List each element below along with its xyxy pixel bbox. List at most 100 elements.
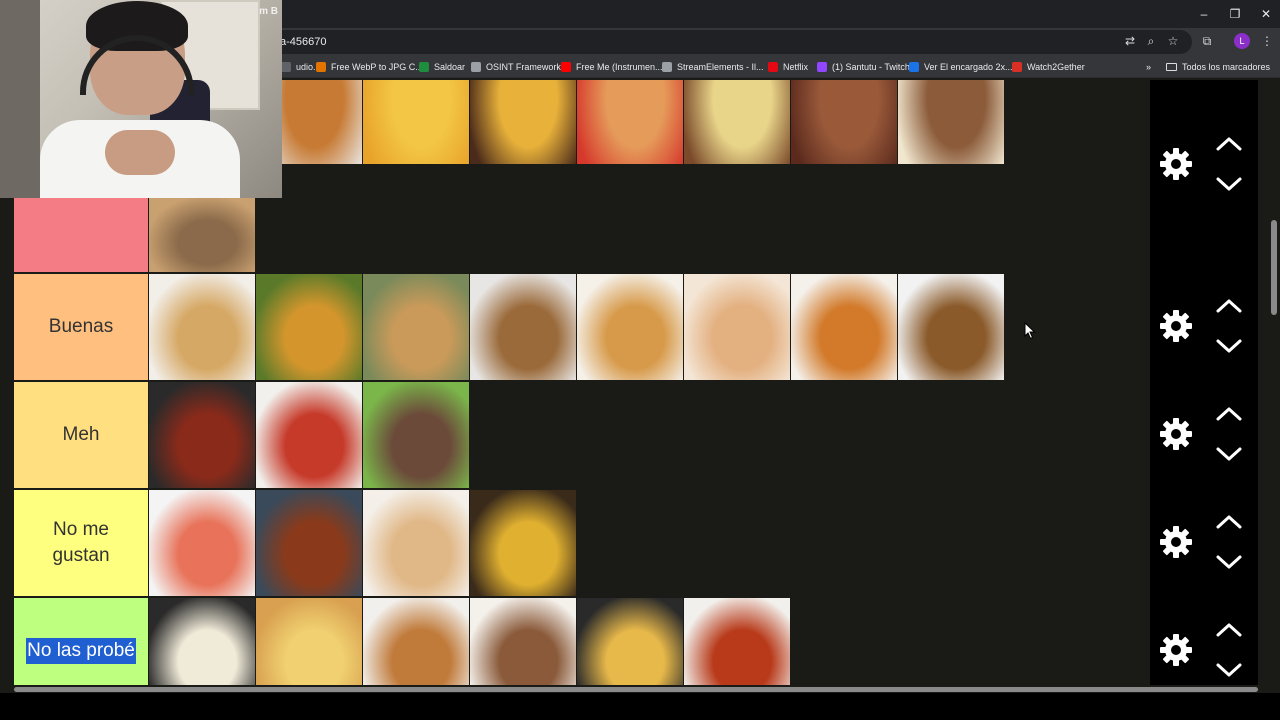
food-image[interactable] <box>470 80 576 164</box>
tier-row: No las probé <box>14 598 1150 685</box>
bookmark-favicon-icon <box>662 62 672 72</box>
minimize-button[interactable]: – <box>1192 4 1216 24</box>
bookmark-favicon-icon <box>419 62 429 72</box>
vertical-scroll-thumb[interactable] <box>1271 220 1277 315</box>
food-image[interactable] <box>363 274 469 380</box>
chevron-up-icon[interactable] <box>1214 620 1244 640</box>
food-image[interactable] <box>149 274 255 380</box>
food-image[interactable] <box>470 274 576 380</box>
webcam-streamer <box>40 1 240 198</box>
food-image[interactable] <box>149 598 255 685</box>
food-image[interactable] <box>256 598 362 685</box>
food-image[interactable] <box>470 490 576 596</box>
gear-icon[interactable] <box>1158 146 1194 182</box>
food-image[interactable] <box>791 80 897 164</box>
chevron-down-icon[interactable] <box>1214 444 1244 464</box>
bookmark-favicon-icon <box>561 62 571 72</box>
bookmark-item[interactable]: Watch2Gether <box>1012 56 1085 78</box>
chevron-up-icon[interactable] <box>1214 134 1244 154</box>
chevron-down-icon[interactable] <box>1214 336 1244 356</box>
tier-label-text: Buenas <box>48 316 114 338</box>
bookmarks-overflow-icon[interactable]: » <box>1146 56 1151 78</box>
chevron-down-icon[interactable] <box>1214 552 1244 572</box>
tier-items-area[interactable] <box>149 274 1150 380</box>
food-image[interactable] <box>577 598 683 685</box>
food-image[interactable] <box>898 274 1004 380</box>
food-image[interactable] <box>898 80 1004 164</box>
food-image[interactable] <box>363 80 469 164</box>
bookmark-item[interactable]: udio... <box>281 56 321 78</box>
mouse-cursor-icon <box>1024 322 1036 340</box>
food-image[interactable] <box>149 198 255 272</box>
bookmark-item[interactable]: Saldoar <box>419 56 465 78</box>
bookmark-favicon-icon <box>316 62 326 72</box>
tier-items-area[interactable] <box>149 382 1150 488</box>
gear-icon[interactable] <box>1158 524 1194 560</box>
tier-row: No me gustan <box>14 490 1150 598</box>
food-image[interactable] <box>363 598 469 685</box>
chevron-down-icon[interactable] <box>1214 660 1244 680</box>
menu-kebab-icon[interactable]: ⋮ <box>1258 32 1276 50</box>
tier-label-text: No las probé <box>26 638 136 664</box>
tier-row: Buenas <box>14 274 1150 382</box>
close-button[interactable]: ✕ <box>1254 4 1278 24</box>
tier-controls <box>1150 80 1258 685</box>
food-image[interactable] <box>684 598 790 685</box>
all-bookmarks-folder[interactable]: Todos los marcadores <box>1165 56 1270 78</box>
bookmark-star-icon[interactable]: ☆ <box>1164 32 1182 50</box>
horizontal-scrollbar[interactable] <box>0 685 1280 693</box>
food-image[interactable] <box>577 274 683 380</box>
food-image[interactable] <box>791 274 897 380</box>
food-image[interactable] <box>149 490 255 596</box>
food-image[interactable] <box>363 382 469 488</box>
food-image[interactable] <box>149 382 255 488</box>
tier-label[interactable]: No me gustan <box>14 490 148 596</box>
gear-icon[interactable] <box>1158 416 1194 452</box>
webcam-overlay: m B <box>0 0 282 198</box>
zoom-icon[interactable]: ⌕ <box>1142 32 1160 50</box>
food-image[interactable] <box>470 598 576 685</box>
restore-button[interactable]: ❐ <box>1223 4 1247 24</box>
tier-list-app: – ❐ ✕ a-456670 ⇄ ⌕ ☆ ⧉ L ⋮ » Todos los m… <box>0 0 1280 720</box>
tier-label[interactable]: Meh <box>14 382 148 488</box>
tier-label[interactable]: Buenas <box>14 274 148 380</box>
tier-label[interactable]: No las probé <box>14 598 148 685</box>
food-image[interactable] <box>577 80 683 164</box>
chevron-up-icon[interactable] <box>1214 512 1244 532</box>
bookmark-item[interactable]: Free Me (Instrumen... <box>561 56 663 78</box>
folder-icon <box>1165 63 1177 71</box>
webcam-background-shelf <box>0 0 40 198</box>
chevron-up-icon[interactable] <box>1214 296 1244 316</box>
bookmark-favicon-icon <box>1012 62 1022 72</box>
food-image[interactable] <box>363 490 469 596</box>
extensions-icon[interactable]: ⧉ <box>1198 32 1216 50</box>
vertical-scrollbar[interactable] <box>1268 80 1280 685</box>
chevron-down-icon[interactable] <box>1214 174 1244 194</box>
bookmark-favicon-icon <box>909 62 919 72</box>
gear-icon[interactable] <box>1158 632 1194 668</box>
bookmark-item[interactable]: Ver El encargado 2x... <box>909 56 1013 78</box>
tier-items-area[interactable] <box>149 490 1150 596</box>
bookmark-favicon-icon <box>817 62 827 72</box>
food-image[interactable] <box>684 274 790 380</box>
tier-items-area[interactable] <box>149 198 1150 272</box>
bookmark-item[interactable]: Free WebP to JPG C... <box>316 56 423 78</box>
translate-icon[interactable]: ⇄ <box>1121 32 1139 50</box>
food-image[interactable] <box>256 382 362 488</box>
bookmark-item[interactable]: Netflix <box>768 56 808 78</box>
tier-label[interactable] <box>14 198 148 272</box>
bookmark-item[interactable]: StreamElements - Il... <box>662 56 764 78</box>
food-image[interactable] <box>256 490 362 596</box>
bookmark-item[interactable]: OSINT Framework <box>471 56 561 78</box>
profile-avatar[interactable]: L <box>1234 33 1250 49</box>
bookmark-favicon-icon <box>768 62 778 72</box>
food-image[interactable] <box>256 274 362 380</box>
food-image[interactable] <box>684 80 790 164</box>
url-text: a-456670 <box>280 36 327 48</box>
horizontal-scroll-thumb[interactable] <box>14 687 1258 692</box>
gear-icon[interactable] <box>1158 308 1194 344</box>
tier-items-area[interactable] <box>149 80 1150 164</box>
tier-items-area[interactable] <box>149 598 1150 685</box>
chevron-up-icon[interactable] <box>1214 404 1244 424</box>
bookmark-item[interactable]: (1) Santutu - Twitch <box>817 56 910 78</box>
